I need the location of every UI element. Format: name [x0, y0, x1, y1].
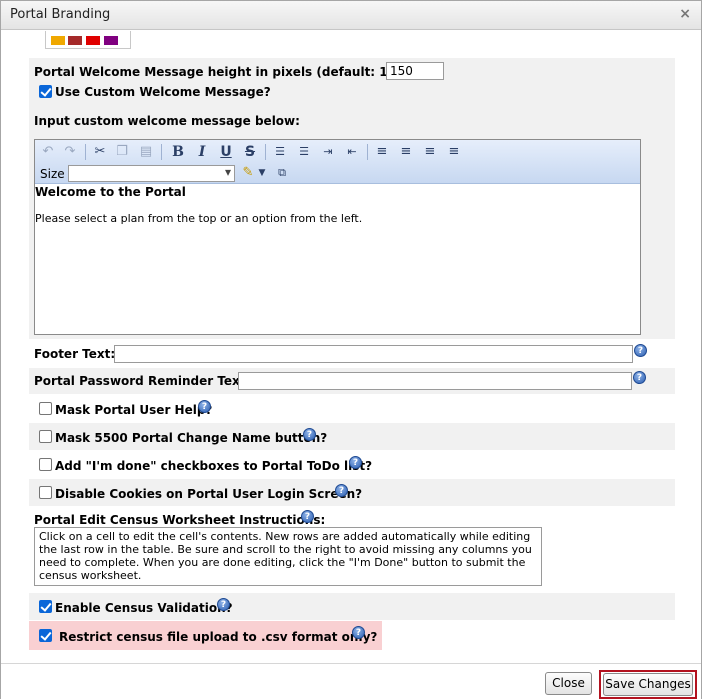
help-icon[interactable]: ?: [349, 456, 362, 469]
im-done-checkbox[interactable]: [39, 458, 52, 471]
bold-icon[interactable]: B: [169, 143, 187, 161]
cut-icon[interactable]: ✂: [91, 143, 109, 161]
dialog-content[interactable]: Portal Welcome Message height in pixels …: [29, 31, 675, 663]
footer-text-label: Footer Text:: [34, 347, 116, 361]
option-row: Mask Portal User Help? ?: [29, 395, 675, 423]
bullet-list-icon[interactable]: ☰: [295, 143, 313, 161]
mask-user-help-checkbox[interactable]: [39, 402, 52, 415]
census-validation-label: Enable Census Validation?: [55, 601, 233, 615]
welcome-message-editor[interactable]: ↶ ↷ ✂ ❐ ▤ B I U S ☰ ☰ ⇥ ⇤ ≡ ≡ ≡ ≡ Size ▾…: [34, 139, 641, 335]
toolbar-separator: [85, 144, 86, 160]
color-swatch[interactable]: [86, 36, 100, 45]
close-button[interactable]: Close: [545, 672, 592, 695]
option-row: Mask 5500 Portal Change Name button? ?: [29, 423, 675, 450]
indent-icon[interactable]: ⇥: [319, 143, 337, 161]
close-icon[interactable]: ×: [679, 6, 691, 22]
dialog-footer: Close Save Changes: [1, 663, 701, 699]
footer-text-row: Footer Text: ?: [29, 341, 675, 368]
outdent-icon[interactable]: ⇤: [343, 143, 361, 161]
option-row: Add "I'm done" checkboxes to Portal ToDo…: [29, 451, 675, 479]
editor-body[interactable]: Welcome to the Portal Please select a pl…: [35, 184, 640, 225]
use-custom-welcome-label: Use Custom Welcome Message?: [55, 85, 271, 99]
census-instructions-textarea[interactable]: Click on a cell to edit the cell's conte…: [34, 527, 542, 586]
welcome-height-label: Portal Welcome Message height in pixels …: [34, 65, 415, 79]
custom-welcome-instruction: Input custom welcome message below:: [34, 114, 300, 128]
restrict-csv-label: Restrict census file upload to .csv form…: [59, 630, 378, 644]
align-justify-icon[interactable]: ≡: [445, 143, 463, 161]
size-select[interactable]: [68, 165, 235, 182]
help-icon[interactable]: ?: [217, 598, 230, 611]
password-reminder-label: Portal Password Reminder Text:: [34, 374, 251, 388]
editor-heading: Welcome to the Portal: [35, 185, 186, 199]
help-icon[interactable]: ?: [301, 510, 314, 523]
align-center-icon[interactable]: ≡: [421, 143, 439, 161]
restrict-csv-checkbox[interactable]: [39, 629, 52, 642]
strikethrough-icon[interactable]: S: [241, 143, 259, 161]
color-swatch[interactable]: [68, 36, 82, 45]
option-row: Disable Cookies on Portal User Login Scr…: [29, 479, 675, 506]
editor-toolbar: ↶ ↷ ✂ ❐ ▤ B I U S ☰ ☰ ⇥ ⇤ ≡ ≡ ≡ ≡ Size ▾…: [35, 140, 640, 184]
mask-user-help-label: Mask Portal User Help?: [55, 403, 213, 417]
dialog-title: Portal Branding: [10, 7, 111, 22]
census-validation-row: Enable Census Validation? ?: [29, 593, 675, 620]
help-icon[interactable]: ?: [303, 428, 316, 441]
toolbar-separator: [161, 144, 162, 160]
dialog-titlebar: Portal Branding ×: [1, 1, 701, 30]
password-reminder-row: Portal Password Reminder Text: ?: [29, 368, 675, 394]
align-left-icon[interactable]: ≡: [373, 143, 391, 161]
mask-change-name-checkbox[interactable]: [39, 430, 52, 443]
color-swatch[interactable]: [104, 36, 118, 45]
disable-cookies-label: Disable Cookies on Portal User Login Scr…: [55, 487, 363, 501]
im-done-label: Add "I'm done" checkboxes to Portal ToDo…: [55, 459, 373, 473]
help-icon[interactable]: ?: [198, 400, 211, 413]
footer-text-input[interactable]: [114, 345, 633, 363]
paste-icon[interactable]: ▤: [137, 143, 155, 161]
italic-icon[interactable]: I: [193, 143, 211, 161]
portal-branding-dialog: Portal Branding × Portal Welcome Message…: [0, 0, 702, 699]
mask-change-name-label: Mask 5500 Portal Change Name button?: [55, 431, 328, 445]
align-right-icon[interactable]: ≡: [397, 143, 415, 161]
size-label: Size: [40, 167, 65, 181]
disable-cookies-checkbox[interactable]: [39, 486, 52, 499]
help-icon[interactable]: ?: [352, 626, 365, 639]
welcome-height-input[interactable]: 150: [386, 62, 444, 80]
census-validation-checkbox[interactable]: [39, 600, 52, 613]
color-swatch[interactable]: [51, 36, 65, 45]
help-icon[interactable]: ?: [634, 344, 647, 357]
chevron-down-icon[interactable]: ▼: [253, 164, 271, 182]
copy-icon[interactable]: ❐: [113, 143, 131, 161]
numbered-list-icon[interactable]: ☰: [271, 143, 289, 161]
save-changes-button[interactable]: Save Changes: [603, 673, 693, 696]
census-instructions-label: Portal Edit Census Worksheet Instruction…: [34, 513, 326, 527]
html-source-icon[interactable]: ⧉: [273, 164, 291, 182]
color-swatches: [45, 31, 131, 49]
help-icon[interactable]: ?: [633, 371, 646, 384]
redo-icon[interactable]: ↷: [61, 143, 79, 161]
underline-icon[interactable]: U: [217, 143, 235, 161]
toolbar-separator: [367, 144, 368, 160]
use-custom-welcome-checkbox[interactable]: [39, 85, 52, 98]
editor-paragraph: Please select a plan from the top or an …: [35, 212, 363, 225]
undo-icon[interactable]: ↶: [39, 143, 57, 161]
toolbar-separator: [265, 144, 266, 160]
restrict-csv-row: Restrict census file upload to .csv form…: [29, 621, 382, 650]
password-reminder-input[interactable]: [238, 372, 632, 390]
help-icon[interactable]: ?: [335, 484, 348, 497]
